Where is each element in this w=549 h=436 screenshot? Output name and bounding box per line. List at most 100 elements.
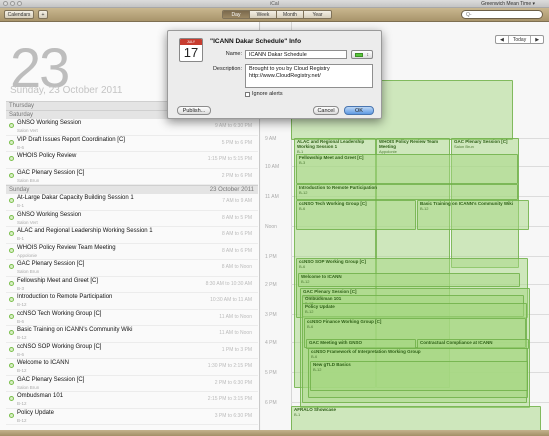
- hour-label: Noon: [265, 224, 277, 230]
- grid-event-title: GAC Meeting with GNSO: [309, 340, 363, 345]
- list-item[interactable]: Welcome to ICANN B-12 1:30 PM to 2:15 PM: [6, 359, 258, 376]
- event-time: 8 AM to 6 PM: [221, 247, 252, 254]
- list-item[interactable]: ccNSO SOP Working Group [C] B-6 1 PM to 3 …: [6, 343, 258, 359]
- next-day-button[interactable]: ▶: [531, 36, 543, 43]
- calendar-dot-icon: [9, 264, 14, 269]
- event-title: ccNSO SOP Working Group [C]: [17, 343, 102, 350]
- name-label: Name:: [225, 51, 242, 57]
- list-item[interactable]: GAC Plenary Session [C] Salon Brun 2 PM to…: [6, 169, 258, 185]
- tab-day[interactable]: Day: [223, 11, 250, 18]
- grid-event-title: WHOIS Policy Review Team Meeting: [379, 139, 439, 149]
- ok-button[interactable]: OK: [344, 106, 374, 115]
- list-item[interactable]: GNSO Working Session Salon Vert 8 AM to 5 …: [6, 211, 258, 227]
- event-location: B-6: [17, 144, 25, 150]
- checkbox-box: [245, 91, 250, 97]
- search-input[interactable]: Q-: [461, 10, 543, 19]
- list-item[interactable]: Policy Update B-12 3 PM to 6:30 PM: [6, 409, 258, 425]
- list-item[interactable]: Ombudsman 101 B-12 2:15 PM to 3:15 PM: [6, 392, 258, 409]
- description-line-2: http://www.CloudRegistry.net/: [249, 73, 321, 79]
- tab-year[interactable]: Year: [304, 11, 331, 18]
- event-title: ALAC and Regional Leadership Working Ses…: [17, 228, 153, 234]
- add-calendar-button[interactable]: +: [38, 10, 48, 19]
- event-time: 5 PM to 6 PM: [221, 139, 252, 146]
- list-item[interactable]: At-Large Dakar Capacity Building Session…: [6, 194, 258, 211]
- event-title: WHOIS Policy Review: [17, 153, 77, 159]
- close-window-button[interactable]: [3, 1, 8, 6]
- list-item[interactable]: GAC Plenary Session [C] Salon Brun 8 AM to…: [6, 260, 258, 277]
- list-item[interactable]: ALAC and Regional Leadership Working Ses…: [6, 227, 258, 244]
- event-location: B-12: [17, 368, 27, 373]
- zoom-window-button[interactable]: [17, 1, 22, 6]
- calendar-info-dialog: JULY 17 "ICANN Dakar Schedule" Info Name…: [167, 30, 382, 119]
- list-item[interactable]: VIP Draft Issues Report Coordination [C]…: [6, 136, 258, 152]
- tab-week[interactable]: Week: [250, 11, 277, 18]
- event-title: GAC Plenary Session [C]: [17, 261, 85, 267]
- event-time: 11 AM to Noon: [219, 313, 252, 320]
- grid-event[interactable]: Welcome to ICANN B-12: [298, 273, 520, 287]
- calendar-dot-icon: [9, 172, 14, 178]
- calendar-icon: JULY 17: [179, 38, 203, 62]
- list-item[interactable]: Fellowship Meet and Greet [C] B-3 8:30 AM …: [6, 277, 258, 293]
- calendar-dot-icon: [9, 123, 14, 128]
- calendar-icon-day: 17: [183, 45, 199, 60]
- title-bar: iCal Greenwich Mean Time ▾: [0, 0, 549, 8]
- publish-button[interactable]: Publish...: [177, 106, 211, 115]
- cancel-button[interactable]: Cancel: [313, 106, 339, 115]
- calendar-dot-icon: [9, 280, 14, 286]
- day-date-line: Sunday, 23 October 2011: [10, 85, 123, 96]
- section-date: 23 October 2011: [209, 187, 254, 193]
- grid-event[interactable]: New gTLD Basics B-12: [310, 361, 528, 391]
- calendar-dot-icon: [9, 247, 14, 253]
- tab-month[interactable]: Month: [277, 11, 304, 18]
- dialog-title: "ICANN Dakar Schedule" Info: [210, 38, 302, 45]
- list-section-header: Sunday 23 October 2011: [6, 185, 258, 194]
- event-time: 10:30 AM to 11 AM: [210, 297, 252, 303]
- timezone-menu[interactable]: Greenwich Mean Time ▾: [481, 0, 535, 8]
- list-item[interactable]: GAC Plenary Session [C] Salon Brun 2 PM to…: [6, 376, 258, 392]
- grid-event[interactable]: Fellowship Meet and Greet [C] B-3: [296, 154, 518, 184]
- description-field[interactable]: Brought to you by Cloud Registry http://…: [245, 64, 373, 88]
- event-time: 1:30 PM to 2:15 PM: [207, 363, 252, 369]
- view-switcher: Day Week Month Year: [222, 10, 332, 19]
- event-title: GAC Plenary Session [C]: [17, 376, 85, 383]
- hour-label: 10 AM: [265, 164, 280, 170]
- event-location: Salon Brun: [17, 269, 40, 274]
- list-item[interactable]: WHOIS Policy Review Team Meeting Appoloni…: [6, 244, 258, 260]
- event-location: B-12: [17, 401, 27, 406]
- list-item[interactable]: Introduction to Remote Participation B-12…: [6, 293, 258, 310]
- event-location: Salon Brun: [17, 384, 40, 390]
- list-item[interactable]: WHOIS Policy Review 1:15 PM to 5:15 PM: [6, 152, 258, 169]
- calendar-dot-icon: [9, 139, 14, 145]
- color-picker[interactable]: ↕: [351, 50, 373, 59]
- calendar-dot-icon: [9, 412, 14, 418]
- calendar-dot-icon: [9, 214, 14, 220]
- window-title: iCal: [270, 1, 279, 7]
- grid-event[interactable]: AFRALO Showcase B-1: [291, 406, 541, 432]
- grid-event-title: ALAC and Regional Leadership Working Ses…: [297, 139, 365, 149]
- event-title: GAC Plenary Session [C]: [17, 169, 85, 176]
- grid-event[interactable]: Basic Training on ICANN's Community Wiki…: [417, 200, 529, 230]
- event-location: B-6: [17, 351, 25, 357]
- minimize-window-button[interactable]: [10, 1, 15, 6]
- bottom-bar: [0, 430, 549, 436]
- calendars-button[interactable]: Calendars: [4, 10, 34, 19]
- grid-event-location: B-12: [299, 190, 308, 195]
- grid-event[interactable]: ccNSO Tech Working Group [C] B-6: [296, 200, 416, 230]
- list-item[interactable]: ccNSO Tech Working Group [C] B-6 11 AM to …: [6, 310, 258, 326]
- section-label: Saturday: [9, 112, 34, 118]
- event-location: B-1: [17, 203, 25, 208]
- name-field[interactable]: ICANN Dakar Schedule: [245, 50, 347, 59]
- event-title: GNSO Working Session: [17, 120, 82, 126]
- today-button[interactable]: Today: [509, 36, 532, 43]
- grid-event-title: Basic Training on ICANN's Community Wiki: [420, 201, 514, 206]
- ignore-alerts-checkbox[interactable]: Ignore alerts: [245, 91, 283, 97]
- color-swatch: [355, 53, 363, 57]
- grid-event-location: B-12: [313, 367, 322, 372]
- grid-event[interactable]: Introduction to Remote Participation B-12: [296, 184, 518, 200]
- event-time: 8:30 AM to 10:30 AM: [205, 280, 252, 287]
- window-controls: [3, 1, 22, 6]
- list-item[interactable]: GNSO Working Session Salon Vert 9 AM to 6:…: [6, 119, 258, 136]
- list-item[interactable]: Basic Training on ICANN's Community Wiki…: [6, 326, 258, 343]
- previous-day-button[interactable]: ◀: [496, 36, 509, 43]
- event-title: VIP Draft Issues Report Coordination [C]: [17, 136, 125, 143]
